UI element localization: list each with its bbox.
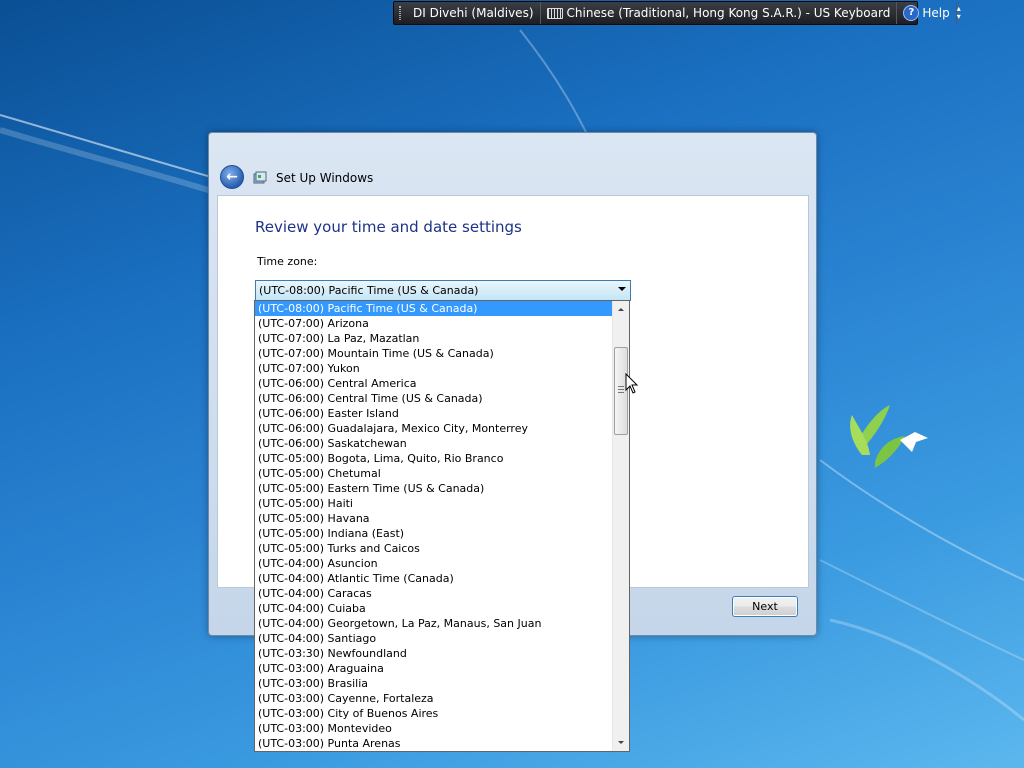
timezone-option[interactable]: (UTC-05:00) Haiti: [255, 496, 612, 511]
chevron-down-icon: [618, 287, 626, 291]
timezone-option[interactable]: (UTC-03:00) Montevideo: [255, 721, 612, 736]
timezone-option[interactable]: (UTC-04:00) Asuncion: [255, 556, 612, 571]
timezone-option[interactable]: (UTC-03:00) Araguaina: [255, 661, 612, 676]
timezone-option[interactable]: (UTC-06:00) Guadalajara, Mexico City, Mo…: [255, 421, 612, 436]
timezone-option[interactable]: (UTC-03:30) Newfoundland: [255, 646, 612, 661]
scroll-up-button[interactable]: [613, 301, 629, 318]
keyboard-layout-label: Chinese (Traditional, Hong Kong S.A.R.) …: [566, 6, 891, 20]
arrow-up-icon: [618, 308, 624, 311]
setup-windows-icon: [253, 171, 267, 184]
timezone-option[interactable]: (UTC-05:00) Chetumal: [255, 466, 612, 481]
timezone-option[interactable]: (UTC-05:00) Bogota, Lima, Quito, Rio Bra…: [255, 451, 612, 466]
dropdown-scrollbar[interactable]: [612, 301, 629, 751]
language-bar-options-button[interactable]: ▴ ▾: [955, 2, 961, 24]
timezone-option[interactable]: (UTC-03:00) Brasilia: [255, 676, 612, 691]
timezone-option[interactable]: (UTC-03:00) Cayenne, Fortaleza: [255, 691, 612, 706]
timezone-option[interactable]: (UTC-06:00) Saskatchewan: [255, 436, 612, 451]
timezone-option[interactable]: (UTC-03:00) City of Buenos Aires: [255, 706, 612, 721]
keyboard-layout-button[interactable]: Chinese (Traditional, Hong Kong S.A.R.) …: [539, 2, 897, 24]
timezone-select-value: (UTC-08:00) Pacific Time (US & Canada): [259, 284, 479, 297]
language-bar: DI Divehi (Maldives) Chinese (Traditiona…: [393, 1, 961, 25]
timezone-label: Time zone:: [257, 255, 318, 268]
help-button[interactable]: ? Help: [896, 2, 955, 24]
timezone-option[interactable]: (UTC-07:00) Yukon: [255, 361, 612, 376]
timezone-option[interactable]: (UTC-06:00) Easter Island: [255, 406, 612, 421]
timezone-option[interactable]: (UTC-07:00) La Paz, Mazatlan: [255, 331, 612, 346]
timezone-option[interactable]: (UTC-04:00) Caracas: [255, 586, 612, 601]
help-icon: ?: [903, 5, 920, 21]
input-language-label: DI Divehi (Maldives): [413, 6, 534, 20]
next-button[interactable]: Next: [732, 596, 798, 617]
page-heading: Review your time and date settings: [255, 218, 522, 236]
timezone-select[interactable]: (UTC-08:00) Pacific Time (US & Canada): [255, 280, 631, 301]
timezone-dropdown-list[interactable]: (UTC-08:00) Pacific Time (US & Canada) (U…: [254, 300, 630, 752]
arrow-left-icon: ←: [226, 169, 238, 185]
timezone-option[interactable]: (UTC-07:00) Arizona: [255, 316, 612, 331]
back-button[interactable]: ←: [220, 165, 244, 189]
timezone-option[interactable]: (UTC-04:00) Santiago: [255, 631, 612, 646]
timezone-option[interactable]: (UTC-08:00) Pacific Time (US & Canada): [255, 301, 612, 316]
arrow-down-icon: [618, 741, 624, 744]
scroll-down-button[interactable]: [613, 734, 629, 751]
options-down-icon: ▾: [956, 12, 961, 21]
timezone-option[interactable]: (UTC-04:00) Atlantic Time (Canada): [255, 571, 612, 586]
grip-icon: [618, 386, 624, 394]
input-language-button[interactable]: DI Divehi (Maldives): [407, 2, 540, 24]
timezone-option[interactable]: (UTC-05:00) Turks and Caicos: [255, 541, 612, 556]
timezone-options: (UTC-08:00) Pacific Time (US & Canada) (U…: [255, 301, 612, 751]
timezone-option[interactable]: (UTC-06:00) Central America: [255, 376, 612, 391]
timezone-option[interactable]: (UTC-03:00) Punta Arenas: [255, 736, 612, 751]
help-label: Help: [922, 6, 950, 20]
timezone-option[interactable]: (UTC-05:00) Eastern Time (US & Canada): [255, 481, 612, 496]
mouse-cursor-icon: [625, 373, 639, 394]
timezone-option[interactable]: (UTC-06:00) Central Time (US & Canada): [255, 391, 612, 406]
timezone-option[interactable]: (UTC-04:00) Georgetown, La Paz, Manaus, …: [255, 616, 612, 631]
window-title: Set Up Windows: [276, 171, 374, 185]
timezone-option[interactable]: (UTC-04:00) Cuiaba: [255, 601, 612, 616]
timezone-option[interactable]: (UTC-05:00) Indiana (East): [255, 526, 612, 541]
keyboard-icon: [546, 7, 563, 19]
bird-logo-icon: [850, 405, 928, 468]
language-bar-grip[interactable]: [399, 6, 401, 20]
timezone-option[interactable]: (UTC-07:00) Mountain Time (US & Canada): [255, 346, 612, 361]
timezone-option[interactable]: (UTC-05:00) Havana: [255, 511, 612, 526]
